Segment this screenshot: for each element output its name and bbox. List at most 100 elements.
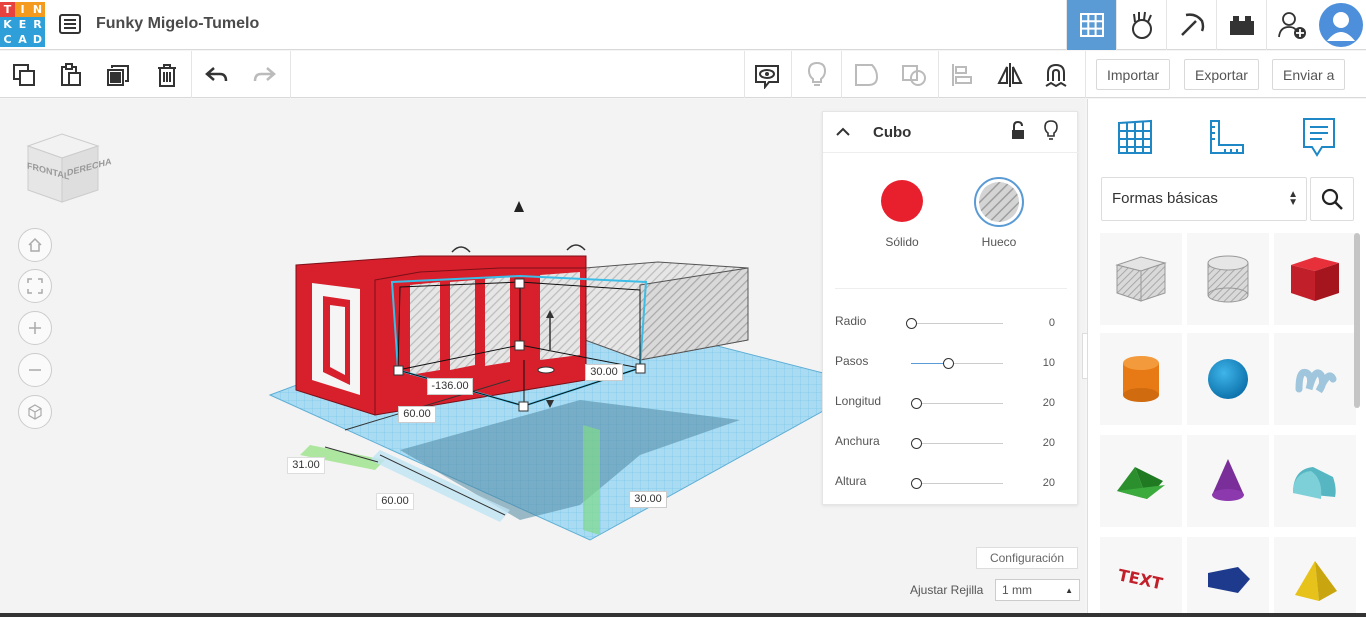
svg-text:TEXT: TEXT: [1116, 565, 1164, 593]
shape-box[interactable]: [1274, 233, 1356, 325]
perspective-icon[interactable]: [18, 395, 52, 429]
snap-grid-label: Ajustar Rejilla: [910, 583, 984, 597]
property-label: Longitud: [835, 394, 882, 408]
dimension-label[interactable]: 60.00: [398, 406, 436, 423]
slider-knob[interactable]: [910, 438, 922, 449]
align-icon[interactable]: [946, 59, 978, 91]
copy-icon[interactable]: [8, 59, 40, 91]
dimension-label[interactable]: 30.00: [629, 491, 667, 508]
property-label: Altura: [835, 474, 867, 488]
solid-color-button[interactable]: [881, 180, 923, 222]
property-slider[interactable]: [910, 478, 1003, 489]
top-bar: TINKERCAD Funky Migelo-Tumelo: [0, 0, 1366, 50]
dimension-label[interactable]: 30.00: [585, 364, 623, 381]
dimension-label[interactable]: 60.00: [376, 493, 414, 510]
shape-sphere[interactable]: [1187, 333, 1269, 425]
edit-toolbar: Importar Exportar Enviar a: [0, 51, 1366, 98]
lightbulb-icon[interactable]: [1043, 120, 1059, 147]
dimension-label[interactable]: 31.00: [287, 457, 325, 474]
property-value[interactable]: 20: [1043, 477, 1055, 489]
shape-cone[interactable]: [1187, 435, 1269, 527]
property-value[interactable]: 20: [1043, 437, 1055, 449]
send-to-button[interactable]: Enviar a: [1272, 59, 1346, 90]
hole-label: Hueco: [981, 235, 1017, 249]
mirror-icon[interactable]: [994, 59, 1026, 91]
duplicate-icon[interactable]: [103, 59, 135, 91]
ungroup-icon[interactable]: [898, 59, 930, 91]
delete-icon[interactable]: [151, 59, 183, 91]
property-slider[interactable]: [906, 318, 1003, 329]
shape-round-roof[interactable]: [1274, 435, 1356, 527]
hole-button[interactable]: [974, 177, 1024, 227]
zoom-out-icon[interactable]: [18, 353, 52, 387]
shape-category-select[interactable]: Formas básicas ▲ ▼: [1101, 177, 1307, 221]
logo-letter: N: [30, 2, 45, 17]
export-button[interactable]: Exportar: [1184, 59, 1259, 90]
settings-button[interactable]: Configuración: [976, 547, 1078, 569]
paste-icon[interactable]: [55, 59, 87, 91]
blocks-hand-icon[interactable]: [1116, 0, 1166, 50]
logo-letter: E: [15, 17, 30, 32]
property-value[interactable]: 0: [1049, 317, 1055, 329]
shape-box-hole[interactable]: [1100, 233, 1182, 325]
snap-grid-select[interactable]: 1 mm ▲: [995, 579, 1080, 601]
shape-polygon[interactable]: [1187, 537, 1269, 617]
shape-pyramid[interactable]: [1274, 537, 1356, 617]
redo-icon[interactable]: [248, 59, 280, 91]
grid-view-icon[interactable]: [1066, 0, 1116, 50]
collapse-icon[interactable]: [835, 124, 851, 145]
shape-text[interactable]: TEXT: [1100, 537, 1182, 617]
property-label: Pasos: [835, 354, 869, 368]
shape-list-scrollbar[interactable]: [1354, 233, 1360, 408]
taskbar-edge: [0, 613, 1366, 617]
home-view-icon[interactable]: [18, 228, 52, 262]
search-icon[interactable]: [1310, 177, 1354, 221]
lego-brick-icon[interactable]: [1216, 0, 1266, 50]
property-value[interactable]: 10: [1043, 357, 1055, 369]
fit-view-icon[interactable]: [18, 269, 52, 303]
notes-icon[interactable]: [1294, 113, 1344, 161]
property-slider[interactable]: [910, 438, 1003, 449]
logo-letter: A: [15, 32, 30, 47]
view-cube[interactable]: FRONTAL DERECHA: [22, 128, 112, 215]
undo-icon[interactable]: [201, 59, 233, 91]
slider-knob[interactable]: [910, 478, 922, 489]
shape-roof[interactable]: [1100, 435, 1182, 527]
show-hide-icon[interactable]: [751, 59, 783, 91]
snap-grid-value: 1 mm: [1002, 583, 1032, 597]
ruler-icon[interactable]: [1202, 113, 1252, 161]
logo-letter: T: [0, 2, 15, 17]
design-list-icon[interactable]: [59, 14, 81, 34]
tinkercad-logo[interactable]: TINKERCAD: [0, 2, 46, 48]
property-label: Anchura: [835, 434, 880, 448]
solid-label: Sólido: [885, 235, 919, 249]
shape-cylinder-hole[interactable]: [1187, 233, 1269, 325]
property-slider[interactable]: [910, 398, 1003, 409]
shape-scribble[interactable]: [1274, 333, 1356, 425]
dimension-label[interactable]: -136.00: [427, 378, 473, 395]
workplane-grid-icon[interactable]: [1110, 113, 1160, 161]
inspector-header: Cubo: [823, 112, 1079, 153]
cruise-magnet-icon[interactable]: [1040, 59, 1072, 91]
shapes-panel: Formas básicas ▲ ▼ TEXT: [1087, 99, 1366, 617]
property-value[interactable]: 20: [1043, 397, 1055, 409]
shape-grid: TEXT: [1100, 233, 1358, 617]
add-user-icon[interactable]: [1266, 0, 1316, 50]
logo-letter: C: [0, 32, 15, 47]
shape-cylinder[interactable]: [1100, 333, 1182, 425]
project-title[interactable]: Funky Migelo-Tumelo: [96, 15, 259, 33]
property-slider[interactable]: [911, 358, 1003, 369]
group-icon[interactable]: [850, 59, 882, 91]
lightbulb-icon[interactable]: [801, 59, 833, 91]
avatar[interactable]: [1316, 0, 1366, 50]
slider-knob[interactable]: [910, 398, 922, 409]
lift-arrow-icon: [514, 201, 524, 212]
minecraft-pickaxe-icon[interactable]: [1166, 0, 1216, 50]
import-button[interactable]: Importar: [1096, 59, 1171, 90]
slider-knob[interactable]: [906, 318, 917, 329]
lock-icon[interactable]: [1010, 120, 1026, 146]
zoom-in-icon[interactable]: [18, 311, 52, 345]
logo-letter: K: [0, 17, 15, 32]
shape-inspector: Cubo Sólido Hueco Radio 0 Pasos 10 Longitud 2…: [822, 111, 1079, 505]
slider-knob[interactable]: [942, 358, 954, 369]
